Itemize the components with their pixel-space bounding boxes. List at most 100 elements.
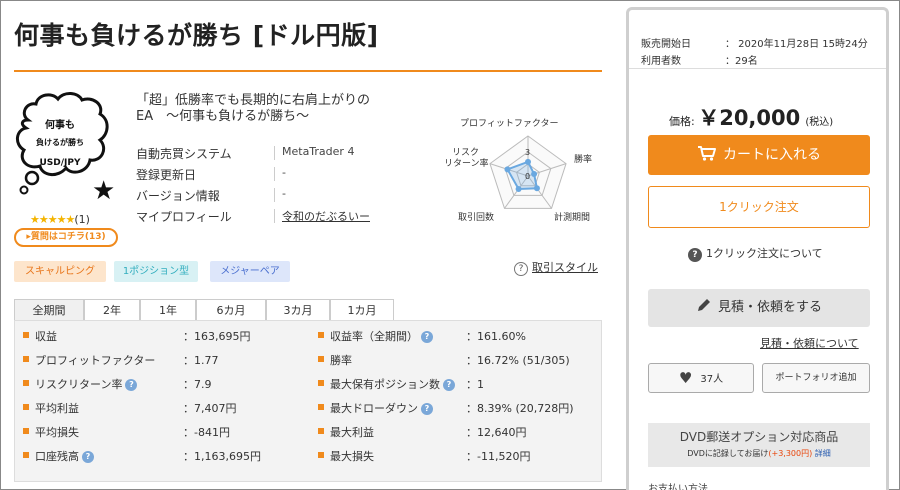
users-value: ：29名 [725, 56, 758, 67]
dvd-detail-link[interactable]: 詳細 [815, 449, 831, 458]
price-label: 価格: [669, 115, 699, 128]
info-key: バージョン情報 [136, 189, 220, 203]
estimate-about-link[interactable]: 見積・依頼について [760, 335, 859, 351]
info-key: マイプロフィール [136, 210, 232, 224]
stat-value: ：7,407円 [183, 402, 237, 415]
purchase-sidebar: 販売開始日 ： 2020年11月28日 15時24分 利用者数 ：29名 価格:… [626, 7, 889, 490]
help-icon[interactable]: ? [125, 379, 138, 391]
tag-one-position[interactable]: 1ポジション型 [114, 261, 198, 282]
help-icon[interactable]: ? [421, 331, 433, 343]
stats-table: 収益 ：163,695円 プロフィットファクター ：1.77 リスクリターン率?… [14, 320, 602, 482]
favorite-button[interactable]: ♥ 37人 [648, 363, 754, 393]
black-star-icon: ★ [92, 176, 116, 206]
info-separator [274, 146, 275, 160]
heart-icon: ♥ [678, 369, 693, 387]
stat-key: 平均損失 [35, 426, 79, 439]
page-title: 何事も負けるが勝ち [ドル円版] [14, 21, 379, 50]
one-click-about-text: 1クリック注文について [706, 247, 823, 260]
tab-1m[interactable]: 1カ月 [330, 299, 394, 321]
price: 価格: ￥20,000 (税込) [669, 102, 833, 132]
stat-value: ：1.77 [183, 354, 219, 367]
bullet-square-icon [23, 356, 29, 362]
question-circle-icon: ? [514, 262, 528, 276]
estimate-request-button[interactable]: 見積・依頼をする [648, 289, 870, 327]
release-label: 販売開始日 [641, 39, 691, 50]
catchcopy: 「超」低勝率でも長期的に右肩上がりの EA ～何事も負けるが勝ち～ [136, 93, 406, 125]
rating[interactable]: ★★★★★(1) [30, 213, 90, 226]
bullet-square-icon [23, 332, 29, 338]
stat-key: 最大損失 [330, 450, 374, 463]
one-click-order-button[interactable]: 1クリック注文 [648, 186, 870, 228]
info-separator [274, 188, 275, 202]
help-icon[interactable]: ? [82, 451, 94, 463]
radar-point [515, 185, 522, 192]
tab-6m[interactable]: 6カ月 [196, 299, 266, 321]
bullet-square-icon [23, 380, 29, 386]
tab-3m[interactable]: 3カ月 [266, 299, 330, 321]
release-date: 販売開始日 ： 2020年11月28日 15時24分 [641, 35, 868, 50]
radar-label-rr-2: リターン率 [444, 159, 489, 169]
help-icon[interactable]: ? [421, 403, 433, 415]
stat-value: ：-841円 [183, 426, 230, 439]
stat-value: ：8.39% (20,728円) [466, 402, 574, 415]
info-separator [274, 209, 275, 223]
trading-style-link[interactable]: ? 取引スタイル [514, 259, 598, 276]
bullet-square-icon [23, 428, 29, 434]
stat-key-text: 最大保有ポジション数 [330, 378, 440, 391]
one-click-about-link[interactable]: ? 1クリック注文について [688, 245, 823, 262]
info-row-version: バージョン情報 - [136, 185, 386, 206]
stat-key: 平均利益 [35, 402, 79, 415]
stat-value: ：16.72% (51/305) [466, 354, 570, 367]
profile-link[interactable]: 令和のだぶるいー [282, 208, 370, 224]
stat-row: 平均利益 ：7,407円 [23, 397, 303, 421]
stat-value: ：1,163,695円 [183, 450, 261, 463]
bubble-text-2: 負けるが勝ち [36, 138, 84, 147]
info-value: - [282, 187, 286, 200]
question-button[interactable]: ▸質問はコチラ(13) [14, 228, 118, 247]
stat-row: 最大損失 ：-11,520円 [318, 445, 598, 469]
stat-value: ：-11,520円 [466, 450, 531, 463]
help-icon[interactable]: ? [443, 379, 455, 391]
dvd-option-box: DVD郵送オプション対応商品 DVDに記録してお届け(+3,300円) 詳細 [648, 423, 870, 467]
product-info: 自動売買システム MetaTrader 4 登録更新日 - バージョン情報 - … [136, 143, 386, 227]
stat-key: 勝率 [330, 354, 352, 367]
radar-chart-svg: 30 [489, 135, 567, 209]
stat-row: 収益 ：163,695円 [23, 325, 303, 349]
stat-key-text: 口座残高 [35, 450, 79, 463]
stat-value: ：1 [466, 378, 484, 391]
price-tax: (税込) [805, 117, 834, 128]
tab-all[interactable]: 全期間 [14, 299, 84, 321]
bullet-square-icon [318, 332, 324, 338]
radar-label-pf: プロフィットファクター [460, 119, 559, 129]
rating-stars-icon: ★★★★★ [30, 213, 75, 226]
cart-label: カートに入れる [723, 147, 821, 163]
stat-row: 最大利益 ：12,640円 [318, 421, 598, 445]
release-value: ： 2020年11月28日 15時24分 [725, 39, 868, 50]
add-portfolio-button[interactable]: ポートフォリオ追加 [762, 363, 870, 393]
bullet-square-icon [23, 404, 29, 410]
price-amount: ￥20,000 [698, 106, 801, 130]
add-to-cart-button[interactable]: カートに入れる [648, 135, 870, 175]
product-thumbnail[interactable]: 何事も 負けるが勝ち USD/JPY ★ [14, 90, 124, 208]
stat-value: ：7.9 [183, 378, 212, 391]
tag-major-pair[interactable]: メジャーペア [210, 261, 290, 282]
stat-value: ：163,695円 [183, 330, 251, 343]
user-count: 利用者数 ：29名 [641, 52, 758, 67]
tag-scalping[interactable]: スキャルピング [14, 261, 106, 282]
info-key: 登録更新日 [136, 168, 197, 182]
stat-value: ：12,640円 [466, 426, 527, 439]
tab-2y[interactable]: 2年 [84, 299, 140, 321]
radar-point [525, 158, 531, 165]
trading-style-text: 取引スタイル [532, 261, 598, 274]
stat-key: プロフィットファクター [35, 354, 156, 367]
radar-point [533, 185, 540, 192]
dvd-price: (+3,300円) [768, 449, 813, 458]
tab-1y[interactable]: 1年 [140, 299, 196, 321]
stat-key: 口座残高? [35, 448, 94, 464]
stat-key: リスクリターン率? [35, 376, 138, 392]
stat-row: リスクリターン率? ：7.9 [23, 373, 303, 397]
dvd-note-text: DVDに記録してお届け [687, 449, 769, 458]
stat-key: 収益 [35, 330, 57, 343]
stat-key: 最大保有ポジション数? [330, 376, 455, 392]
stat-key-text: リスクリターン率 [35, 378, 123, 391]
